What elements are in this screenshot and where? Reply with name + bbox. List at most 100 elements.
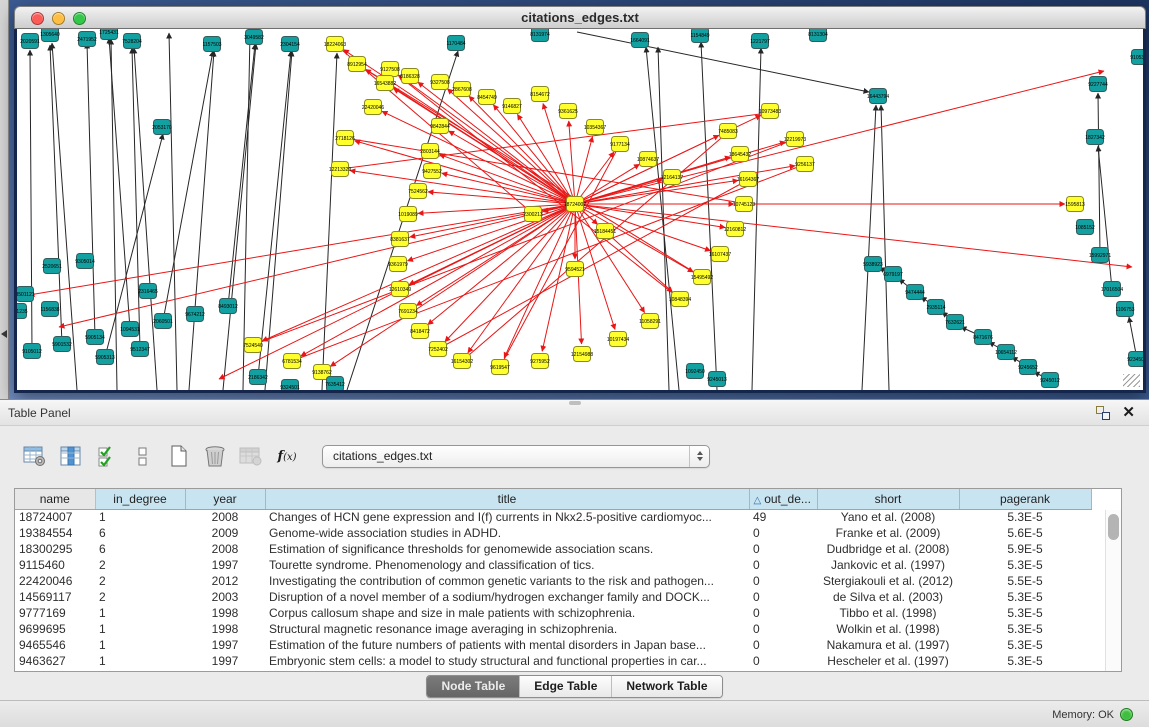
tab-network-table[interactable]: Network Table (611, 676, 721, 697)
graph-node[interactable]: 8493012 (218, 299, 238, 314)
graph-node[interactable]: 2471952 (77, 32, 97, 47)
graph-node[interactable]: 8186328 (400, 69, 420, 84)
window-titlebar[interactable]: citations_edges.txt (14, 6, 1146, 29)
graph-node[interactable]: 18224063 (324, 37, 346, 52)
graph-node[interactable]: 1019089 (398, 207, 418, 222)
graph-node[interactable]: 1221797 (750, 34, 770, 49)
graph-node[interactable]: 9105012 (22, 344, 42, 359)
graph-node[interactable]: 9619547 (490, 360, 510, 375)
graph-node[interactable]: 9427552 (422, 164, 442, 179)
graph-node[interactable]: 9275952 (530, 354, 550, 369)
graph-node[interactable]: 1092450 (685, 364, 705, 379)
graph-node[interactable]: 9245012 (1040, 373, 1060, 388)
table-row[interactable]: 2242004622012Investigating the contribut… (15, 573, 1091, 589)
table-row[interactable]: 1938455462009Genome-wide association stu… (15, 525, 1091, 541)
close-panel-icon[interactable]: ✕ (1122, 406, 1135, 420)
graph-node[interactable]: 9245013 (707, 372, 727, 387)
graph-node[interactable]: 7485083 (718, 124, 738, 139)
graph-node[interactable]: 12164137 (661, 170, 683, 185)
graph-node[interactable]: 9474444 (905, 285, 925, 300)
delete-table-button[interactable] (236, 442, 266, 470)
graph-node[interactable]: 15184451 (594, 224, 616, 239)
graph-node[interactable]: 15495492 (691, 270, 713, 285)
column-header-year[interactable]: year (185, 489, 265, 509)
column-header-name[interactable]: name (15, 489, 95, 509)
table-row[interactable]: 1830029562008Estimation of significance … (15, 541, 1091, 557)
graph-node[interactable]: 9245652 (1018, 360, 1038, 375)
graph-node[interactable]: 7635412 (325, 377, 345, 391)
graph-node[interactable]: 17016504 (1101, 282, 1123, 297)
graph-node[interactable]: 7524540 (243, 338, 263, 353)
graph-node[interactable]: 5905134 (85, 330, 105, 345)
table-row[interactable]: 969969511998Structural magnetic resonanc… (15, 621, 1091, 637)
tab-node-table[interactable]: Node Table (427, 676, 519, 697)
graph-node[interactable]: 9127508 (380, 62, 400, 77)
graph-node[interactable]: 12213329 (329, 162, 351, 177)
column-header-pagerank[interactable]: pagerank (959, 489, 1091, 509)
graph-node[interactable]: 10848394 (669, 292, 691, 307)
graph-node[interactable]: 2060501 (153, 314, 173, 329)
column-header-out-degree[interactable]: △out_de... (749, 489, 817, 509)
tab-edge-table[interactable]: Edge Table (519, 676, 611, 697)
graph-node[interactable]: 8501121 (17, 287, 35, 302)
graph-node[interactable]: 9177134 (610, 137, 630, 152)
graph-node[interactable]: 6979197 (883, 267, 903, 282)
graph-node[interactable]: 9361979 (388, 257, 408, 272)
graph-node[interactable]: 10197434 (607, 332, 629, 347)
graph-node[interactable]: 22420046 (362, 100, 384, 115)
memory-led[interactable] (1120, 708, 1133, 721)
minimize-button[interactable] (52, 12, 65, 25)
graph-node[interactable]: 2803144 (420, 144, 440, 159)
graph-node[interactable]: 9105374 (1130, 50, 1143, 65)
graph-node[interactable]: 9594521 (565, 262, 585, 277)
graph-node[interactable]: 7528204 (122, 34, 142, 49)
graph-node[interactable]: 12154988 (571, 347, 593, 362)
graph-node[interactable]: 1664091 (630, 33, 650, 48)
table-row[interactable]: 911546021997Tourette syndrome. Phenomeno… (15, 557, 1091, 573)
splitter-grip[interactable] (569, 401, 581, 405)
graph-node[interactable]: 3049582 (244, 30, 264, 45)
graph-node[interactable]: 1106753 (1115, 302, 1134, 317)
graph-node[interactable]: 1827342 (1085, 130, 1105, 145)
graph-node[interactable]: 2867608 (452, 82, 472, 97)
graph-node[interactable]: 12160812 (724, 222, 746, 237)
graph-node[interactable]: 2316465 (138, 284, 158, 299)
graph-node[interactable]: 10654112 (995, 345, 1017, 360)
graph-node[interactable]: 11058291 (639, 314, 661, 329)
float-panel-icon[interactable] (1096, 406, 1110, 420)
graph-node[interactable]: 10874637 (637, 152, 659, 167)
graph-node[interactable]: 2300213 (523, 207, 543, 222)
select-columns-button[interactable] (56, 442, 86, 470)
graph-node[interactable]: 9674212 (185, 307, 205, 322)
graph-node[interactable]: 8912954 (347, 57, 367, 72)
graph-node[interactable]: 1157503 (202, 37, 221, 52)
graph-node[interactable]: 3911235 (17, 304, 28, 319)
table-row[interactable]: 1872400712008Changes of HCN gene express… (15, 509, 1091, 525)
table-selector-dropdown[interactable]: citations_edges.txt (322, 445, 710, 468)
graph-node[interactable]: 18724007 (564, 197, 586, 212)
graph-node[interactable]: 9842844 (430, 119, 450, 134)
graph-node[interactable]: 9227744 (1088, 77, 1108, 92)
graph-node[interactable]: 9305014 (75, 254, 95, 269)
graph-node[interactable]: 10973483 (759, 104, 781, 119)
graph-node[interactable]: 7252402 (428, 342, 448, 357)
graph-node[interactable]: 7691234 (398, 304, 418, 319)
graph-node[interactable]: 2520651 (42, 259, 62, 274)
graph-node[interactable]: 2020591 (20, 34, 40, 49)
graph-node[interactable]: 8131304 (808, 29, 828, 42)
graph-node[interactable]: 5901532 (52, 337, 72, 352)
select-all-button[interactable] (92, 442, 122, 470)
zoom-button[interactable] (73, 12, 86, 25)
unselect-all-button[interactable] (128, 442, 158, 470)
function-builder-button[interactable]: f(x) (272, 442, 302, 470)
graph-node[interactable]: 9361625 (558, 104, 578, 119)
graph-node[interactable]: 1156838 (40, 302, 59, 317)
graph-node[interactable]: 8471676 (973, 330, 993, 345)
graph-node[interactable]: 18645432 (729, 147, 751, 162)
graph-node[interactable]: 16154302 (451, 354, 473, 369)
graph-node[interactable]: 2718126 (335, 131, 355, 146)
graph-node[interactable]: 1725431 (99, 29, 119, 40)
table-row[interactable]: 946554611997Estimation of the future num… (15, 637, 1091, 653)
graph-node[interactable]: 8454749 (477, 90, 497, 105)
resize-grip[interactable] (1123, 374, 1140, 387)
